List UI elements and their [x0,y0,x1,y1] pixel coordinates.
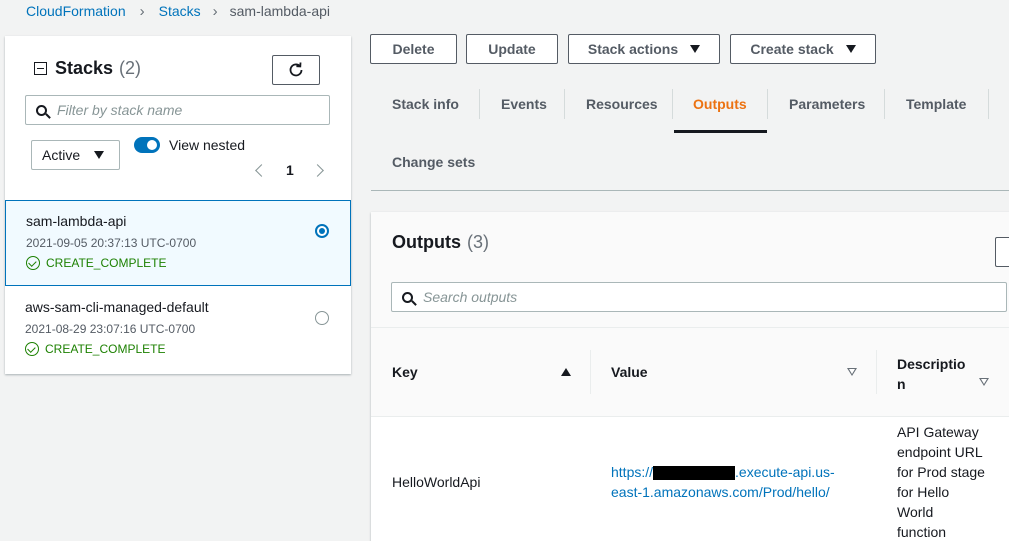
refresh-button[interactable] [272,55,320,85]
status-badge: CREATE_COMPLETE [25,342,165,356]
tab-events[interactable]: Events [501,96,547,116]
delete-button[interactable]: Delete [370,34,457,64]
tab-change-sets[interactable]: Change sets [392,154,475,174]
caret-down-icon [94,151,105,159]
create-stack-label: Create stack [750,41,834,57]
stack-list-item[interactable]: aws-sam-cli-managed-default 2021-08-29 2… [5,287,351,373]
description-line: endpoint URL [897,444,983,460]
tab-divider [767,89,768,119]
column-divider[interactable] [876,350,877,394]
stack-filter-placeholder: Filter by stack name [57,102,183,118]
stack-created-date: 2021-08-29 23:07:16 UTC-0700 [25,322,196,336]
output-value-suffix: .execute-api.us- [735,464,835,480]
page-number[interactable]: 1 [286,162,294,178]
breadcrumb-cloudformation-link[interactable]: CloudFormation [26,3,126,19]
status-filter-select[interactable]: Active [31,140,120,170]
output-value-link[interactable]: https:// .execute-api.us- east-1.amazonaw… [611,462,861,502]
column-header-description[interactable]: Descriptio n [897,354,965,394]
tab-outputs[interactable]: Outputs [693,96,747,116]
stack-filter-input[interactable]: Filter by stack name [25,95,330,125]
tab-resources[interactable]: Resources [586,96,658,116]
create-stack-button[interactable]: Create stack [730,34,876,64]
column-header-key[interactable]: Key [392,364,418,380]
tab-divider [672,89,673,119]
sort-icon[interactable] [847,368,857,376]
tab-parameters[interactable]: Parameters [789,96,865,116]
stack-radio-selected[interactable] [315,224,329,238]
description-line: API Gateway [897,424,979,440]
check-circle-icon [26,256,40,270]
chevron-right-icon: › [212,2,218,20]
check-circle-icon [25,342,39,356]
outputs-search-input[interactable]: Search outputs [391,282,1007,312]
sort-ascending-icon[interactable] [561,368,571,376]
stack-name: aws-sam-cli-managed-default [25,299,209,315]
description-line: for Prod stage [897,464,985,480]
outputs-search-placeholder: Search outputs [423,289,518,305]
column-header-description-line2: n [897,376,906,392]
update-button[interactable]: Update [466,34,558,64]
tab-template[interactable]: Template [906,96,966,116]
redacted-block [653,466,736,481]
update-button-label: Update [488,41,536,57]
stack-status-text: CREATE_COMPLETE [46,256,167,270]
column-header-value[interactable]: Value [611,364,648,380]
stacks-title: Stacks [55,58,114,78]
view-nested-toggle[interactable] [134,137,160,153]
caret-down-icon [845,45,856,53]
stacks-header: Stacks (2) [34,58,141,79]
tab-divider [479,89,480,119]
tab-divider [564,89,565,119]
column-divider[interactable] [590,350,591,394]
tab-divider [884,89,885,119]
description-line: World [897,504,934,520]
status-filter-value: Active [42,147,81,163]
breadcrumb-stacks-link[interactable]: Stacks [159,3,201,19]
caret-down-icon [690,45,701,53]
output-value-line1: https:// .execute-api.us- [611,462,861,482]
chevron-right-icon: › [139,2,145,20]
outputs-count: (3) [467,232,489,252]
outputs-title: Outputs [392,232,461,252]
stack-created-date: 2021-09-05 20:37:13 UTC-0700 [26,236,197,250]
column-header-description-line1: Descriptio [897,356,966,372]
output-key-cell: HelloWorldApi [392,474,481,490]
status-badge: CREATE_COMPLETE [26,256,166,270]
outputs-header: Outputs (3) [392,232,489,253]
stack-actions-button[interactable]: Stack actions [568,34,720,64]
stack-status-text: CREATE_COMPLETE [45,342,166,356]
tabs-underline [371,190,1009,191]
stack-radio[interactable] [315,311,329,325]
sort-icon[interactable] [979,378,989,386]
delete-button-label: Delete [392,41,435,57]
breadcrumb: CloudFormation › Stacks › sam-lambda-api [26,2,330,20]
description-line: for Hello [897,484,950,500]
stack-actions-label: Stack actions [587,41,679,57]
output-value-line2: east-1.amazonaws.com/Prod/hello/ [611,484,830,500]
stack-list-item[interactable]: sam-lambda-api 2021-09-05 20:37:13 UTC-0… [5,200,351,286]
stacks-count: (2) [119,58,142,78]
tab-divider [988,89,989,119]
refresh-icon [289,62,303,77]
view-nested-label: View nested [169,137,246,153]
copy-button[interactable] [995,237,1009,267]
active-tab-indicator [674,130,767,133]
tab-stack-info[interactable]: Stack info [392,96,459,116]
search-icon [36,104,47,116]
output-description-cell: API Gateway endpoint URL for Prod stage … [897,422,1009,541]
search-icon [402,291,413,303]
description-line: function [897,524,947,540]
collapse-icon[interactable] [34,62,47,75]
stack-name: sam-lambda-api [26,213,127,229]
breadcrumb-current: sam-lambda-api [229,3,330,19]
output-value-prefix: https:// [611,464,654,480]
